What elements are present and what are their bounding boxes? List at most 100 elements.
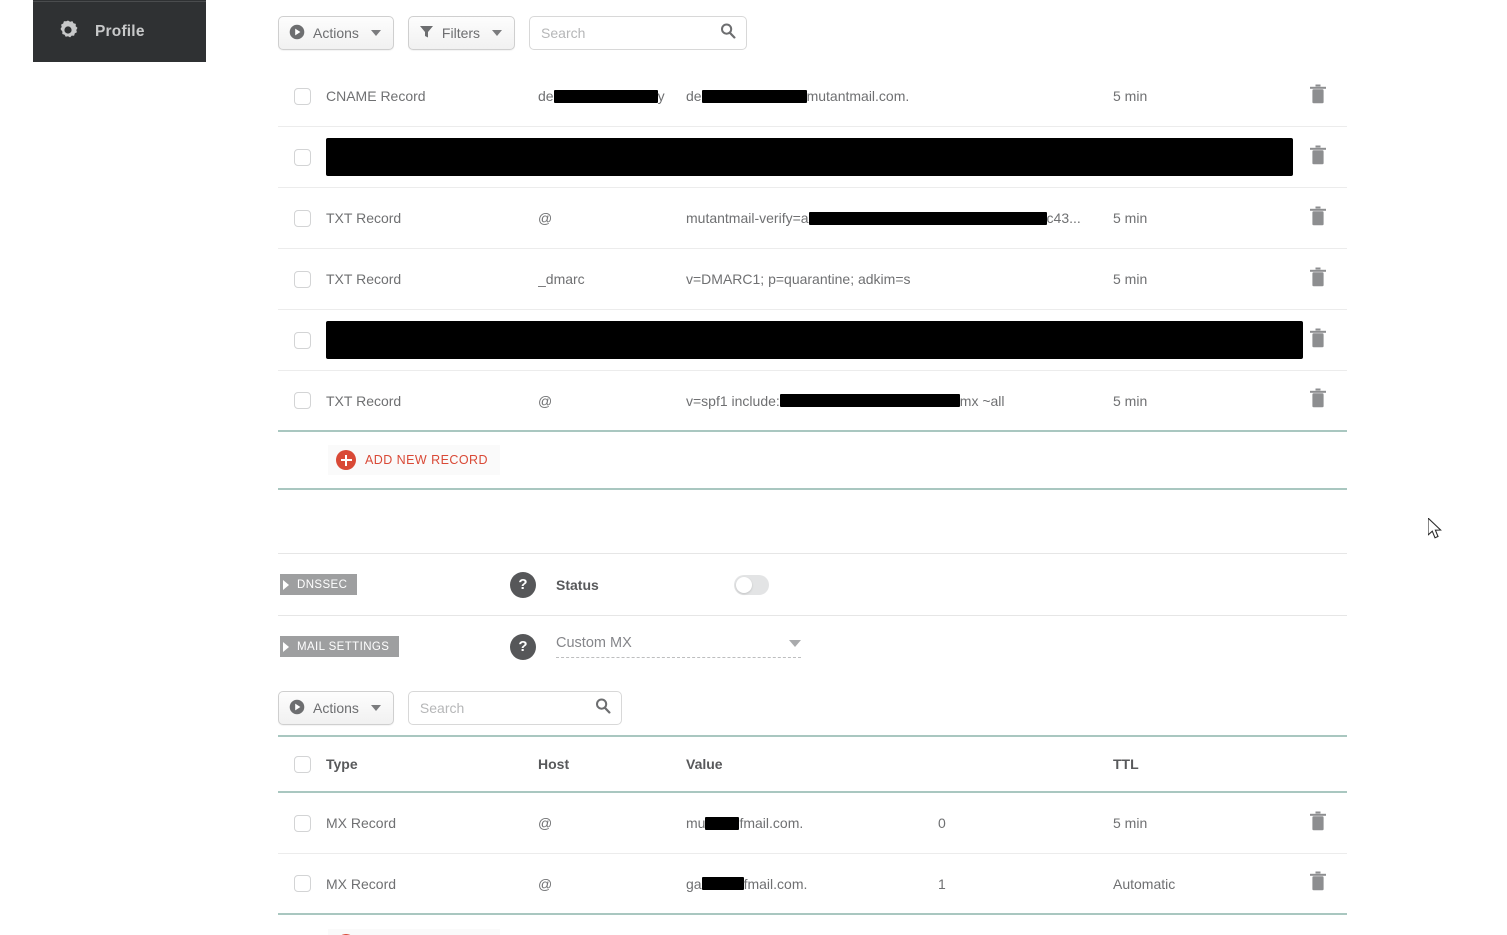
- dnssec-tag-slot: DNSSEC: [278, 574, 500, 595]
- row-delete-cell: [1303, 328, 1347, 353]
- row-checkbox-cell: [278, 87, 326, 105]
- redaction-bar: [779, 394, 960, 407]
- cell-value-suffix: fmail.com.: [739, 815, 804, 831]
- cell-type: TXT Record: [326, 392, 402, 409]
- mx-mode-select[interactable]: Custom MX: [556, 635, 801, 658]
- cell-host: _dmarc: [538, 271, 585, 287]
- table-row[interactable]: TXT Record _dmarc v=DMARC1; p=quarantine…: [278, 249, 1347, 310]
- table-row[interactable]: [278, 310, 1347, 371]
- chevron-down-icon: [370, 30, 381, 36]
- cell-type: MX Record: [326, 815, 397, 831]
- dns-actions-label: Actions: [313, 25, 359, 41]
- dns-filters-button[interactable]: Filters: [407, 16, 516, 50]
- column-header-value[interactable]: Value: [686, 756, 938, 772]
- row-delete-cell: [1303, 388, 1347, 413]
- mail-settings-section: MAIL SETTINGS ? Custom MX: [278, 615, 1347, 677]
- column-header-ttl[interactable]: TTL: [1113, 756, 1303, 772]
- dnssec-status-toggle[interactable]: [734, 574, 769, 595]
- page-root: Apps Profile Actions: [0, 0, 1507, 935]
- table-row[interactable]: MX Record @ ga fmail.com. 1 Automatic: [278, 854, 1347, 915]
- cell-host-prefix: de: [538, 88, 554, 104]
- dns-toolbar: Actions Filters: [278, 0, 1347, 66]
- mx-records-table: Type Host Value TTL MX Record @ mu fmail.…: [278, 735, 1347, 935]
- row-checkbox[interactable]: [293, 148, 311, 166]
- cell-type: MX Record: [326, 875, 397, 892]
- dnssec-tag[interactable]: DNSSEC: [280, 574, 358, 595]
- row-checkbox[interactable]: [293, 270, 311, 288]
- cell-host-suffix: y: [657, 88, 665, 104]
- cell-value-suffix: fmail.com.: [743, 875, 808, 892]
- sidebar: Apps Profile: [33, 0, 206, 62]
- play-circle-icon: [289, 24, 305, 43]
- dns-actions-button[interactable]: Actions: [278, 16, 394, 50]
- row-checkbox[interactable]: [293, 87, 311, 105]
- sidebar-item-label: Profile: [95, 23, 145, 40]
- row-checkbox-cell: [278, 270, 326, 288]
- trash-icon[interactable]: [1309, 84, 1327, 109]
- mail-settings-tag[interactable]: MAIL SETTINGS: [280, 636, 400, 657]
- cell-ttl: 5 min: [1113, 815, 1148, 831]
- row-checkbox[interactable]: [293, 814, 311, 832]
- add-new-record-button[interactable]: ADD NEW RECORD: [328, 929, 500, 935]
- column-header-host[interactable]: Host: [538, 756, 686, 772]
- mx-actions-button[interactable]: Actions: [278, 691, 394, 725]
- select-all-cell: [278, 755, 326, 773]
- trash-icon[interactable]: [1309, 145, 1327, 170]
- sidebar-item-profile[interactable]: Profile: [33, 1, 206, 62]
- main-content: Actions Filters Search CNAME Record de y…: [278, 0, 1347, 935]
- chevron-down-icon: [370, 705, 381, 711]
- trash-icon[interactable]: [1309, 328, 1327, 353]
- redaction-bar: [326, 138, 1293, 176]
- table-row[interactable]: [278, 127, 1347, 188]
- cell-value: mutantmail-verify=a c43...: [686, 210, 1106, 226]
- help-icon[interactable]: ?: [510, 633, 536, 660]
- dns-add-record-row: ADD NEW RECORD: [278, 432, 1347, 490]
- toggle-knob: [736, 576, 752, 593]
- row-checkbox[interactable]: [293, 392, 311, 409]
- table-row[interactable]: TXT Record @ v=spf1 include: mx ~all 5 m…: [278, 371, 1347, 432]
- play-circle-icon: [289, 699, 305, 718]
- mx-mode-selected-value: Custom MX: [556, 635, 632, 651]
- row-delete-cell: [1303, 811, 1347, 836]
- row-checkbox-cell: [278, 209, 326, 227]
- mx-add-record-row: ADD NEW RECORD: [278, 915, 1347, 935]
- dnssec-status-label: Status: [556, 576, 599, 593]
- trash-icon[interactable]: [1309, 267, 1327, 292]
- mx-search-input[interactable]: [408, 692, 621, 724]
- chevron-down-icon: [789, 639, 801, 647]
- table-row[interactable]: MX Record @ mu fmail.com. 0 5 min: [278, 793, 1347, 854]
- dns-filters-label: Filters: [441, 25, 481, 41]
- cell-host: @: [538, 875, 553, 892]
- mx-search-box[interactable]: [407, 691, 622, 725]
- cell-type: CNAME Record: [326, 88, 426, 104]
- cell-host: @: [538, 210, 553, 226]
- cell-ttl: 5 min: [1113, 88, 1148, 104]
- help-icon[interactable]: ?: [510, 571, 536, 598]
- cell-value-suffix: mx ~all: [959, 392, 1005, 409]
- dnssec-section: DNSSEC ? Status: [278, 553, 1347, 615]
- trash-icon[interactable]: [1309, 388, 1327, 413]
- table-row[interactable]: CNAME Record de y de mutantmail.com. 5 mi…: [278, 66, 1347, 127]
- table-row[interactable]: TXT Record @ mutantmail-verify=a c43... 5…: [278, 188, 1347, 249]
- column-header-type[interactable]: Type: [326, 756, 538, 772]
- row-delete-cell: [1293, 145, 1347, 170]
- cell-priority: 0: [938, 815, 946, 831]
- row-checkbox[interactable]: [293, 209, 311, 227]
- trash-icon[interactable]: [1309, 811, 1327, 836]
- dns-search-box[interactable]: [529, 16, 748, 50]
- redaction-bar: [701, 877, 744, 890]
- cell-ttl: 5 min: [1113, 392, 1148, 409]
- row-checkbox-cell: [278, 814, 326, 832]
- dns-records-table: CNAME Record de y de mutantmail.com. 5 mi…: [278, 66, 1347, 490]
- cell-host: @: [538, 815, 553, 831]
- add-new-record-button[interactable]: ADD NEW RECORD: [328, 445, 500, 475]
- row-delete-cell: [1303, 871, 1347, 896]
- dns-search-input[interactable]: [530, 17, 747, 49]
- row-checkbox[interactable]: [293, 875, 311, 892]
- trash-icon[interactable]: [1309, 871, 1327, 896]
- row-checkbox-cell: [278, 148, 326, 166]
- select-all-checkbox[interactable]: [293, 755, 311, 773]
- row-checkbox[interactable]: [293, 331, 311, 349]
- trash-icon[interactable]: [1309, 206, 1327, 231]
- cell-value-prefix: mu: [686, 815, 706, 831]
